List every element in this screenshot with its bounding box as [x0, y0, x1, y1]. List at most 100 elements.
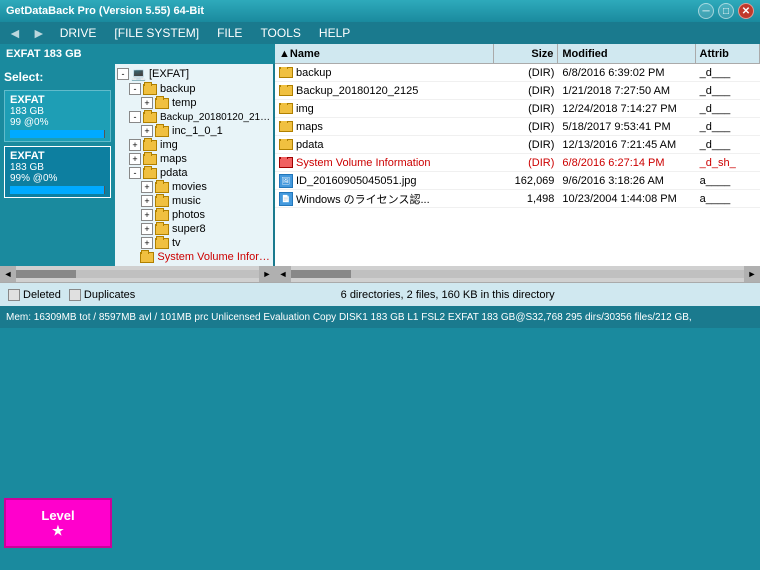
folder-icon [279, 121, 293, 132]
file-scroll-right-btn[interactable]: ► [744, 266, 760, 282]
file-panel: ▲Name Size Modified Attrib backup(DIR)6/… [275, 44, 760, 282]
deleted-checkbox[interactable] [8, 289, 20, 301]
scroll-thumb[interactable] [16, 270, 76, 278]
tree-expand-music[interactable]: + [141, 195, 153, 207]
tree-node-photos[interactable]: + photos [115, 208, 273, 222]
tree-label-super8: super8 [172, 223, 206, 235]
file-cell-attrib: _d___ [696, 85, 760, 97]
file-row[interactable]: img(DIR)12/24/2018 7:14:27 PM_d___ [275, 100, 760, 118]
nav-back-button[interactable]: ◄ [4, 25, 26, 41]
drive-item-1[interactable]: EXFAT 183 GB 99% @0% [4, 146, 111, 198]
menu-filesystem[interactable]: [FILE SYSTEM] [106, 24, 207, 42]
status-info: 6 directories, 2 files, 160 KB in this d… [143, 289, 752, 301]
tree-node-inc[interactable]: + inc_1_0_1 [115, 124, 273, 138]
menu-help[interactable]: HELP [311, 24, 358, 42]
main-panels: EXFAT 183 GB Select: EXFAT 183 GB 99 @0%… [0, 44, 760, 282]
file-cell-size: (DIR) [494, 103, 558, 115]
col-header-size[interactable]: Size [494, 44, 558, 63]
left-body: Select: EXFAT 183 GB 99 @0% EXFAT 183 GB… [0, 64, 275, 266]
tree-node-music[interactable]: + music [115, 194, 273, 208]
file-cell-modified: 12/13/2016 7:21:45 AM [558, 139, 695, 151]
col-header-modified[interactable]: Modified [558, 44, 695, 63]
drive-usage-1: 99% @0% [10, 173, 105, 184]
level-star: ★ [52, 523, 64, 539]
tree-scrollbar[interactable]: ◄ ► [0, 266, 275, 282]
maximize-button[interactable]: □ [718, 3, 734, 19]
tree-node-sysvolinfo[interactable]: System Volume Informat [115, 250, 273, 264]
tree-label-img: img [160, 139, 178, 151]
file-scroll-left-btn[interactable]: ◄ [275, 266, 291, 282]
file-cell-size: (DIR) [494, 157, 558, 169]
folder-icon-inc [155, 126, 169, 137]
drive-item-0[interactable]: EXFAT 183 GB 99 @0% [4, 90, 111, 142]
tree-label-backup2: Backup_20180120_2125 [160, 112, 271, 123]
file-row[interactable]: System Volume Information(DIR)6/8/2016 6… [275, 154, 760, 172]
tree-expand-img[interactable]: + [129, 139, 141, 151]
file-scroll-track[interactable] [291, 270, 744, 278]
minimize-button[interactable]: ─ [698, 3, 714, 19]
scroll-track[interactable] [16, 270, 259, 278]
tree-expand-photos[interactable]: + [141, 209, 153, 221]
drive-progress-fill-1 [10, 186, 104, 194]
file-row[interactable]: pdata(DIR)12/13/2016 7:21:45 AM_d___ [275, 136, 760, 154]
tree-expand-maps[interactable]: + [129, 153, 141, 165]
file-list[interactable]: backup(DIR)6/8/2016 6:39:02 PM_d___Backu… [275, 64, 760, 266]
tree-node-img[interactable]: + img [115, 138, 273, 152]
tree-node-exfat[interactable]: - 💻 [EXFAT] [115, 66, 273, 82]
tree-node-temp[interactable]: + temp [115, 96, 273, 110]
scroll-left-btn[interactable]: ◄ [0, 266, 16, 282]
folder-icon-maps [143, 154, 157, 165]
tree-expand-pdata[interactable]: - [129, 167, 141, 179]
tree-expand-backup2[interactable]: - [129, 111, 141, 123]
file-name-text: Windows のライセンス認... [296, 191, 430, 207]
drive-label-1: EXFAT [10, 150, 105, 162]
tree-expand-tv[interactable]: + [141, 237, 153, 249]
select-label: Select: [4, 68, 111, 86]
file-row[interactable]: 🖼ID_20160905045051.jpg162,0699/6/2016 3:… [275, 172, 760, 190]
file-row[interactable]: maps(DIR)5/18/2017 9:53:41 PM_d___ [275, 118, 760, 136]
folder-icon-temp [155, 98, 169, 109]
menu-tools[interactable]: TOOLS [252, 24, 308, 42]
folder-icon-img [143, 140, 157, 151]
close-button[interactable]: ✕ [738, 3, 754, 19]
col-header-name[interactable]: ▲Name [275, 44, 494, 63]
scroll-right-btn[interactable]: ► [259, 266, 275, 282]
tree-node-pdata[interactable]: - pdata [115, 166, 273, 180]
mem-bar: Mem: 16309MB tot / 8597MB avl / 101MB pr… [0, 306, 760, 328]
app-title: GetDataBack Pro (Version 5.55) 64-Bit [6, 5, 204, 17]
tree-label-movies: movies [172, 181, 207, 193]
nav-forward-button[interactable]: ► [28, 25, 50, 41]
tree-expand-super8[interactable]: + [141, 223, 153, 235]
tree-expand-temp[interactable]: + [141, 97, 153, 109]
file-cell-attrib: _d___ [696, 121, 760, 133]
tree-node-super8[interactable]: + super8 [115, 222, 273, 236]
tree-node-movies[interactable]: + movies [115, 180, 273, 194]
file-row[interactable]: 📄Windows のライセンス認...1,49810/23/2004 1:44:… [275, 190, 760, 208]
folder-icon-sysvolinfo [140, 252, 154, 263]
file-scroll-thumb[interactable] [291, 270, 351, 278]
duplicates-checkbox[interactable] [69, 289, 81, 301]
file-row[interactable]: backup(DIR)6/8/2016 6:39:02 PM_d___ [275, 64, 760, 82]
level-button[interactable]: Level ★ [4, 498, 112, 548]
file-cell-name: System Volume Information [275, 157, 494, 169]
drive-progress-0 [10, 130, 105, 138]
file-row[interactable]: Backup_20180120_2125(DIR)1/21/2018 7:27:… [275, 82, 760, 100]
tree-expand-exfat[interactable]: - [117, 68, 129, 80]
file-cell-size: (DIR) [494, 85, 558, 97]
tree-expand-inc[interactable]: + [141, 125, 153, 137]
tree-node-backup2[interactable]: - Backup_20180120_2125 [115, 110, 273, 124]
menu-drive[interactable]: DRIVE [52, 24, 105, 42]
tree-expand-movies[interactable]: + [141, 181, 153, 193]
tree-node-maps[interactable]: + maps [115, 152, 273, 166]
tree-node-tv[interactable]: + tv [115, 236, 273, 250]
drive-progress-1 [10, 186, 105, 194]
menu-file[interactable]: FILE [209, 24, 250, 42]
file-cell-modified: 5/18/2017 9:53:41 PM [558, 121, 695, 133]
title-bar: GetDataBack Pro (Version 5.55) 64-Bit ─ … [0, 0, 760, 22]
file-cell-attrib: _d___ [696, 139, 760, 151]
tree-expand-backup[interactable]: - [129, 83, 141, 95]
tree-panel[interactable]: - 💻 [EXFAT] - backup + temp [115, 64, 275, 266]
file-scrollbar[interactable]: ◄ ► [275, 266, 760, 282]
tree-node-backup[interactable]: - backup [115, 82, 273, 96]
col-header-attrib[interactable]: Attrib [696, 44, 760, 63]
